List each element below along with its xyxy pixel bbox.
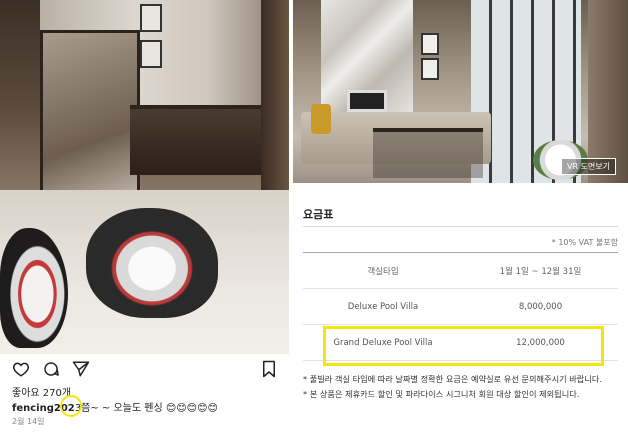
highlight-box	[323, 326, 604, 366]
caption-text: ~ 오늘도 펜싱 😊😊😊😊😊	[101, 403, 218, 414]
title-divider	[303, 226, 618, 227]
post-date: 2월 14일	[12, 417, 45, 426]
highlight-circle	[60, 395, 82, 417]
vr-floorplan-button[interactable]: VR 도면보기	[560, 158, 616, 175]
hotel-rate-page: VR 도면보기 요금표 * 10% VAT 불포함 객실타입 1월 1일 ~ 1…	[293, 0, 628, 439]
footnote: * 본 상품은 제휴카드 할인 및 파라다이스 시그니처 회원 대상 할인이 제…	[303, 389, 580, 399]
post-photo	[0, 0, 289, 354]
footnote: * 풀빌라 객실 타입에 따라 날짜별 정확한 요금은 예약실로 유선 문의해주…	[303, 374, 602, 384]
price-cell: 8,000,000	[463, 288, 618, 325]
heart-icon[interactable]	[12, 360, 30, 378]
room-type-cell: Deluxe Pool Villa	[303, 288, 463, 325]
villa-photo: VR 도면보기	[293, 0, 628, 183]
likes-count[interactable]: 좋아요 270개	[12, 384, 71, 399]
instagram-post: 좋아요 270개 fencing2023쯤~ ~ 오늘도 펜싱 😊😊😊😊😊 2월…	[0, 0, 289, 439]
column-header-room-type: 객실타입	[303, 252, 463, 289]
table-row: Deluxe Pool Villa 8,000,000	[303, 288, 618, 325]
post-caption: fencing2023쯤~ ~ 오늘도 펜싱 😊😊😊😊😊	[12, 399, 218, 414]
fencing-bag-right	[86, 208, 218, 318]
vat-note: * 10% VAT 불포함	[551, 238, 618, 247]
rate-table-title: 요금표	[303, 208, 334, 221]
footnotes: * 풀빌라 객실 타입에 따라 날짜별 정확한 요금은 예약실로 유선 문의해주…	[303, 372, 621, 402]
comment-icon[interactable]	[42, 360, 60, 378]
post-actions	[12, 360, 277, 380]
table-header-row: 객실타입 1월 1일 ~ 12월 31일	[303, 252, 618, 289]
send-icon[interactable]	[72, 360, 90, 378]
column-header-period: 1월 1일 ~ 12월 31일	[463, 252, 618, 289]
bookmark-icon[interactable]	[260, 360, 278, 378]
